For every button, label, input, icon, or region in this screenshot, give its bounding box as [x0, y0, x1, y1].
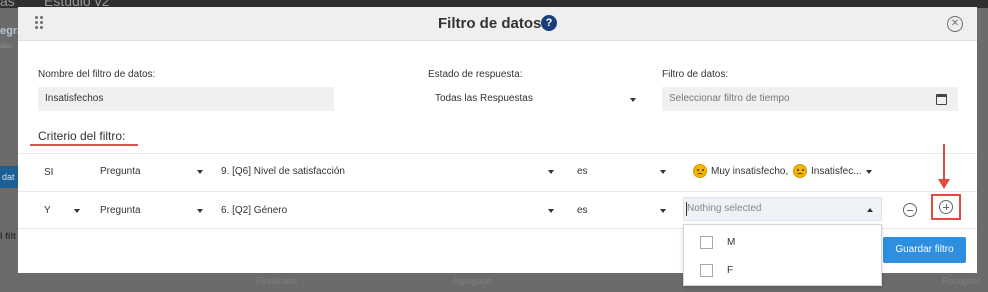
- divider: [18, 191, 977, 192]
- value-dropdown-list: M F: [683, 224, 882, 286]
- criteria-row-type-select[interactable]: Pregunta: [100, 166, 141, 177]
- response-status-label: Estado de respuesta:: [428, 69, 523, 80]
- checkbox[interactable]: [700, 236, 713, 249]
- annotation-arrow-icon: [938, 144, 950, 189]
- chevron-down-icon[interactable]: [197, 209, 203, 213]
- chevron-down-icon[interactable]: [197, 170, 203, 174]
- filter-name-label: Nombre del filtro de datos:: [38, 69, 156, 80]
- save-filter-button[interactable]: Guardar filtro: [883, 237, 966, 263]
- background-title-fragment-left: as: [0, 0, 15, 9]
- chevron-down-icon[interactable]: [660, 170, 666, 174]
- calendar-icon[interactable]: [936, 94, 947, 105]
- criteria-row-connector-select[interactable]: Y: [44, 205, 51, 216]
- criteria-row-operator-select[interactable]: es: [577, 166, 588, 177]
- dropdown-option-label: F: [727, 265, 734, 276]
- chevron-down-icon[interactable]: [548, 209, 554, 213]
- modal-title: Filtro de datos: [438, 15, 542, 32]
- checkbox[interactable]: [700, 264, 713, 277]
- filter-name-input[interactable]: Insatisfechos: [38, 87, 334, 111]
- drag-handle-icon[interactable]: [35, 16, 45, 32]
- chevron-down-icon[interactable]: [630, 98, 636, 102]
- chevron-down-icon[interactable]: [74, 209, 80, 213]
- background-bottom-fragment: Recopilar: [942, 276, 981, 286]
- date-filter-input[interactable]: Seleccionar filtro de tiempo: [662, 87, 958, 111]
- background-left-fragment: l filt: [0, 231, 16, 241]
- criteria-title-underline: [30, 144, 138, 146]
- chevron-down-icon[interactable]: [660, 209, 666, 213]
- background-left-button: dat: [0, 166, 18, 188]
- modal-header: Filtro de datos ? ✕: [18, 7, 977, 41]
- close-icon[interactable]: ✕: [947, 16, 963, 32]
- divider: [18, 153, 977, 154]
- very-dissatisfied-emoji-icon: [693, 164, 707, 178]
- dropdown-option-label: M: [727, 237, 736, 248]
- criteria-row-value: Muy insatisfecho,: [711, 166, 789, 177]
- background-bottom-fragment: Agregado: [453, 276, 493, 286]
- criteria-row-question-select[interactable]: 6. [Q2] Género: [221, 205, 287, 216]
- dissatisfied-emoji-icon: [793, 164, 807, 178]
- dropdown-option[interactable]: F: [684, 256, 881, 284]
- chevron-down-icon[interactable]: [548, 170, 554, 174]
- criteria-title: Criterio del filtro:: [38, 129, 126, 143]
- chevron-up-icon[interactable]: [867, 208, 873, 212]
- response-status-select[interactable]: Todas las Respuestas: [428, 87, 646, 111]
- criteria-row-value: Insatisfec...: [811, 166, 862, 177]
- criteria-row-connector[interactable]: SI: [44, 167, 53, 178]
- help-icon[interactable]: ?: [541, 15, 557, 31]
- dropdown-option[interactable]: M: [684, 228, 881, 256]
- highlight-box: [931, 194, 961, 220]
- criteria-row-value-select[interactable]: Nothing selected: [683, 197, 882, 221]
- background-bottom-fragment: Finalizada: [256, 276, 298, 286]
- remove-criterion-icon[interactable]: [903, 203, 917, 217]
- criteria-row-type-select[interactable]: Pregunta: [100, 205, 141, 216]
- date-filter-label: Filtro de datos:: [662, 69, 729, 80]
- criteria-row-operator-select[interactable]: es: [577, 205, 588, 216]
- value-placeholder: Nothing selected: [687, 203, 762, 214]
- criteria-row-question-select[interactable]: 9. [Q6] Nivel de satisfacción: [221, 166, 345, 177]
- background-left-fragment: álisi: [0, 43, 13, 50]
- response-status-value: Todas las Respuestas: [435, 93, 533, 104]
- chevron-down-icon[interactable]: [866, 170, 872, 174]
- add-criterion-icon[interactable]: [939, 200, 953, 214]
